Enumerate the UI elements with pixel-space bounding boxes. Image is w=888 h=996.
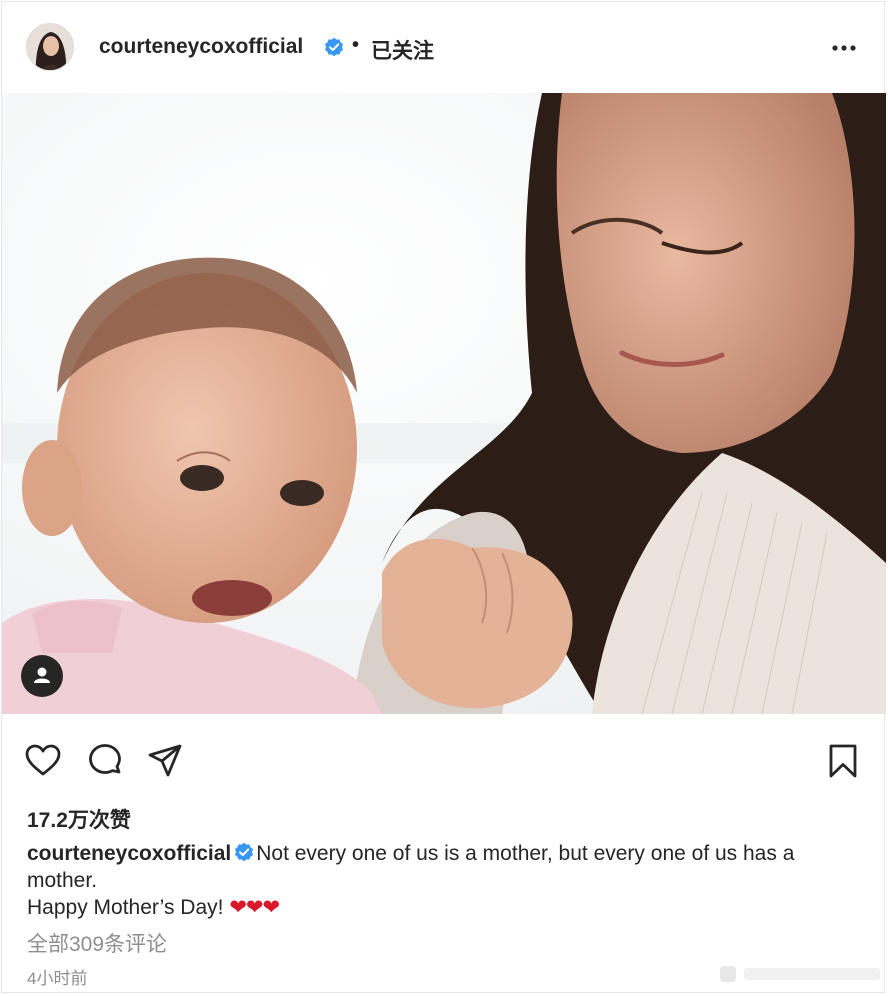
like-count[interactable]: 17.2万次赞 bbox=[27, 804, 131, 834]
red-hearts-emoji: ❤❤❤ bbox=[229, 896, 280, 919]
view-all-comments-link[interactable]: 全部309条评论 bbox=[27, 928, 167, 958]
verified-badge-icon bbox=[235, 842, 254, 862]
photo-illustration bbox=[2, 93, 886, 714]
post-photo[interactable] bbox=[2, 93, 886, 714]
avatar[interactable] bbox=[26, 23, 74, 71]
tagged-users-button[interactable] bbox=[21, 655, 63, 697]
post-caption: courteneycoxofficial Not every one of us… bbox=[27, 840, 867, 921]
post-header: courteneycoxofficial • 已关注 bbox=[2, 2, 884, 94]
paper-plane-icon[interactable] bbox=[146, 742, 184, 780]
caption-username[interactable]: courteneycoxofficial bbox=[27, 842, 231, 865]
heart-icon[interactable] bbox=[24, 742, 62, 780]
caption-text-line2: Happy Mother’s Day! bbox=[27, 896, 230, 919]
header-username[interactable]: courteneycoxofficial bbox=[99, 35, 303, 59]
post-card: courteneycoxofficial • 已关注 17.2万次赞 court… bbox=[1, 1, 886, 993]
avatar-image bbox=[27, 24, 73, 70]
watermark-logo bbox=[720, 966, 880, 982]
user-tag-icon bbox=[34, 667, 50, 683]
comment-icon[interactable] bbox=[86, 742, 124, 780]
verified-badge-icon bbox=[325, 37, 343, 57]
post-timestamp: 4小时前 bbox=[27, 969, 88, 988]
follow-status-button[interactable]: 已关注 bbox=[371, 35, 434, 65]
bookmark-icon[interactable] bbox=[824, 742, 862, 780]
action-bar bbox=[2, 732, 884, 788]
more-options-icon[interactable] bbox=[828, 38, 860, 58]
header-separator: • bbox=[352, 34, 360, 56]
